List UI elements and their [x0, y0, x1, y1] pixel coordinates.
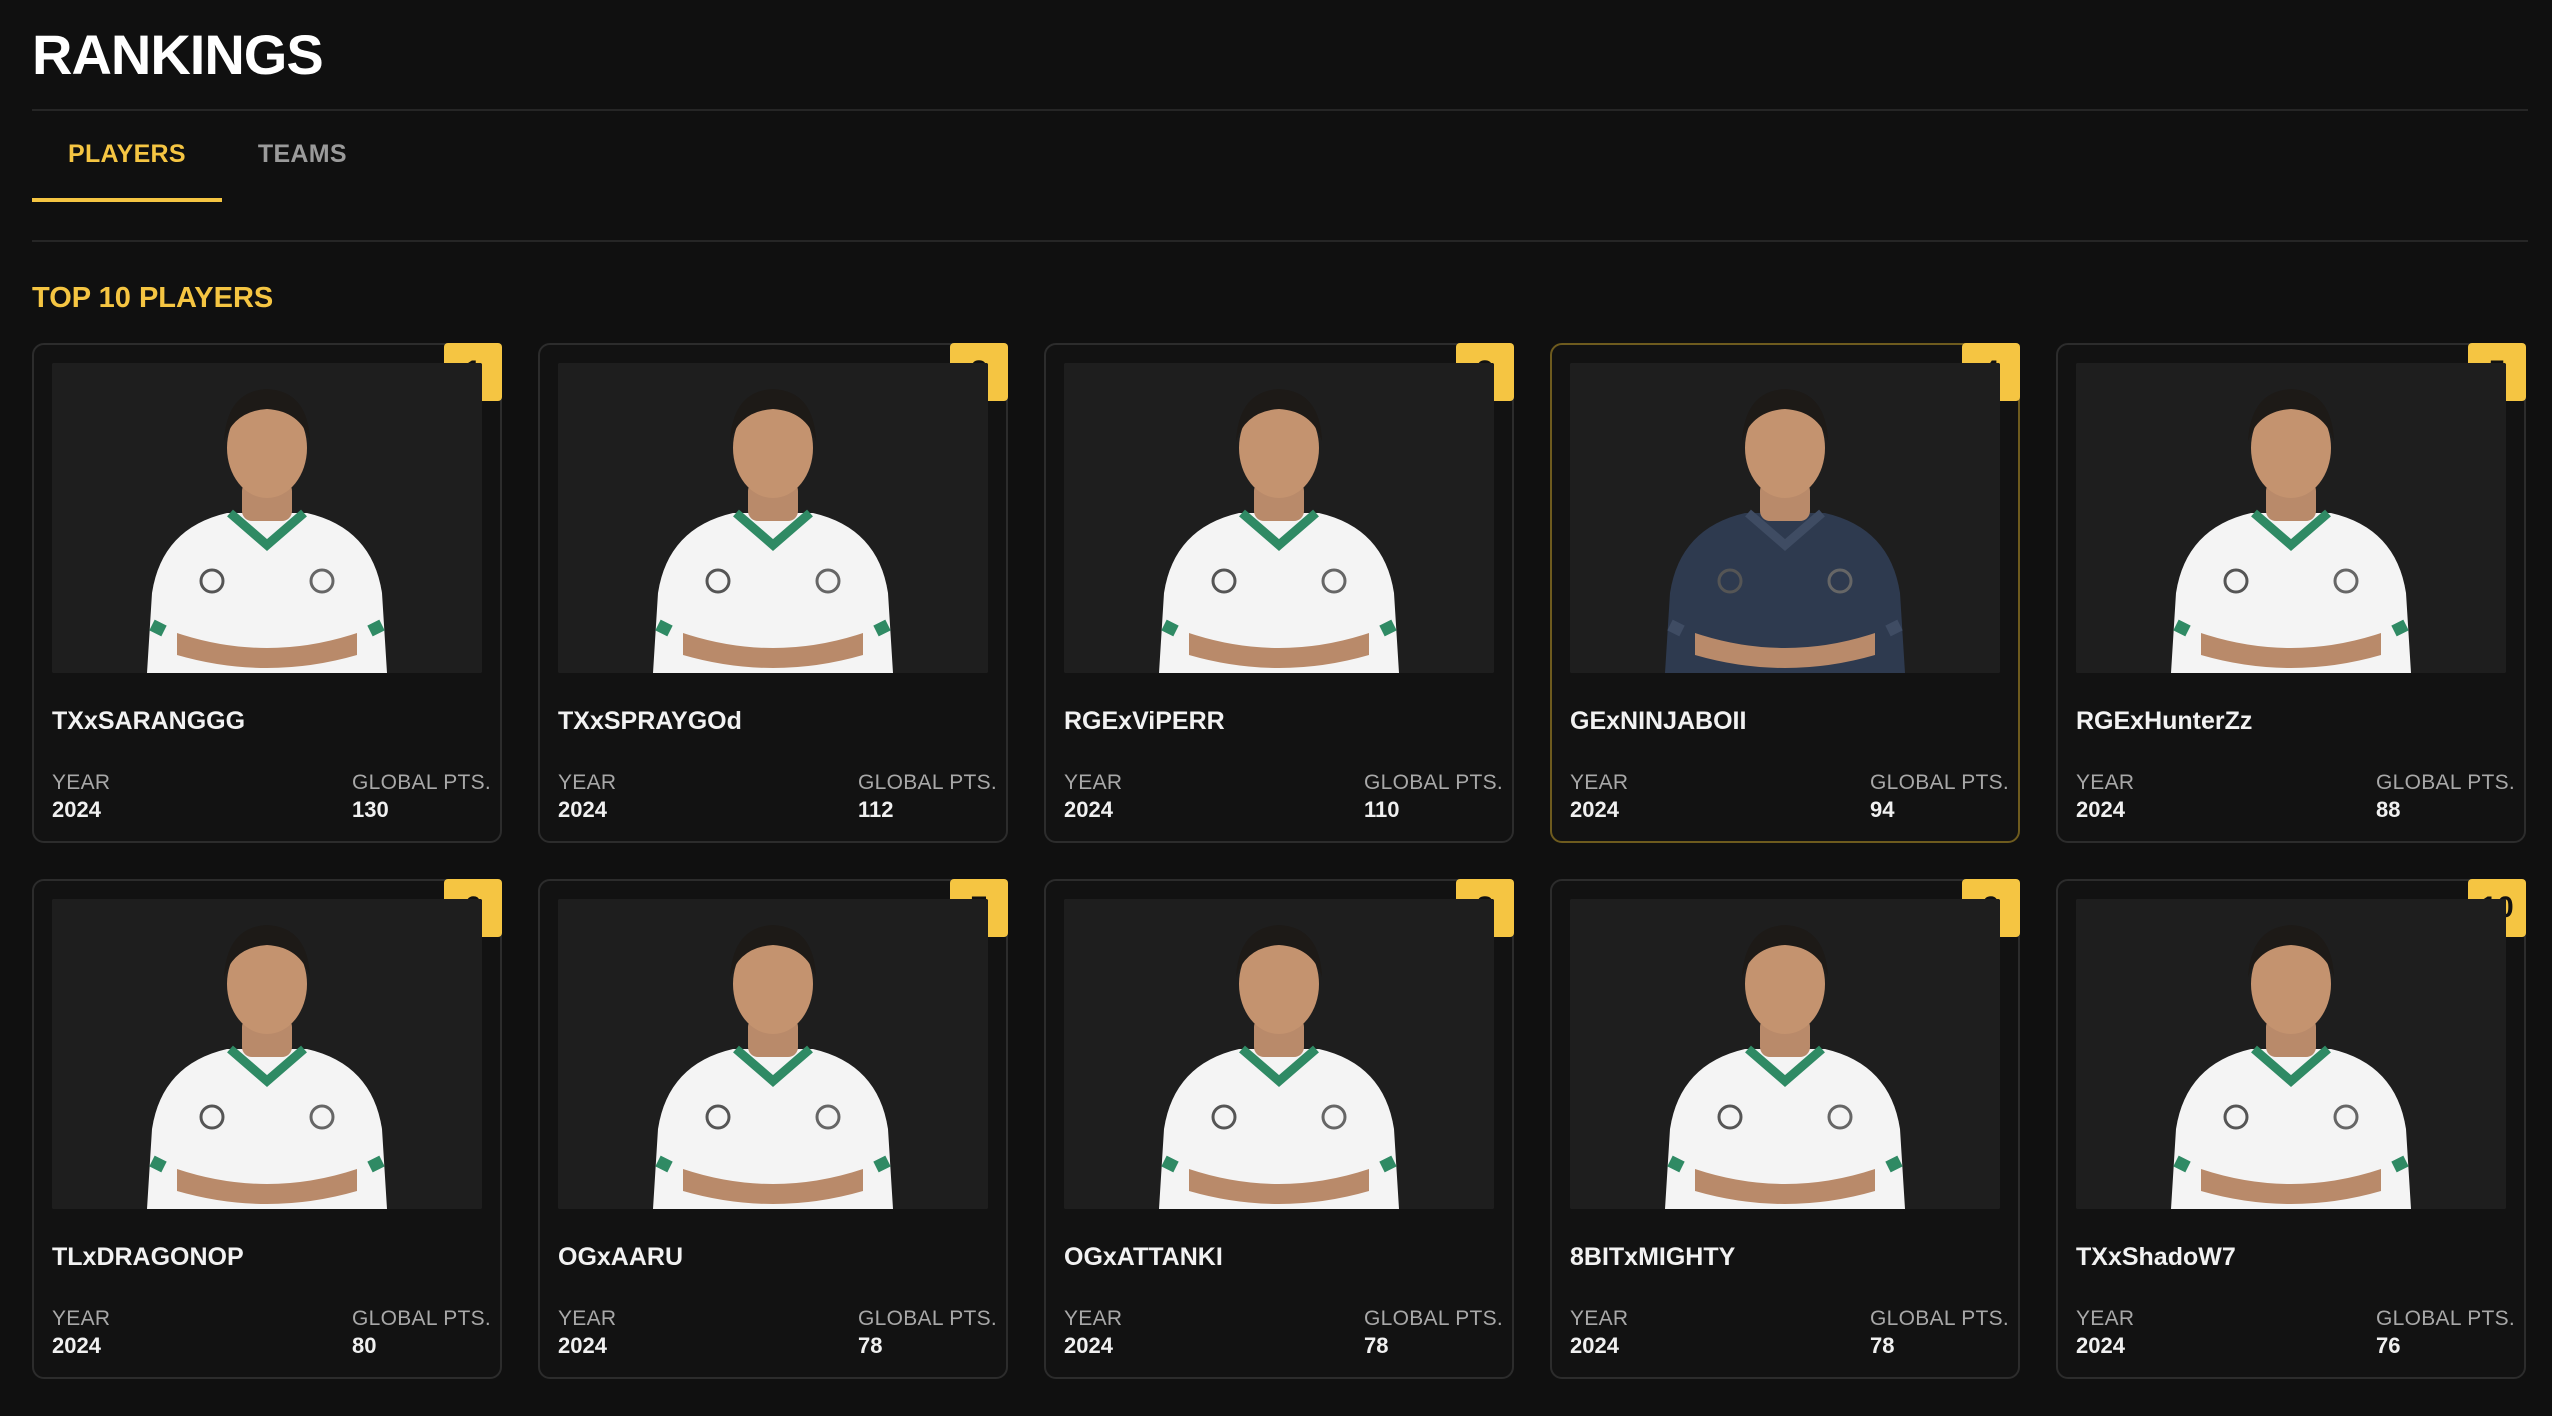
player-portrait — [1064, 363, 1494, 673]
year-value: 2024 — [2076, 1333, 2125, 1358]
player-name: OGxATTANKI — [1064, 1243, 1223, 1271]
player-card[interactable]: 10 TXxShadoW7 YEAR 2024 GLOBAL PTS. 76 — [2056, 879, 2526, 1379]
tab-teams[interactable]: TEAMS — [222, 110, 383, 198]
points-label: GLOBAL PTS. — [1364, 1307, 1504, 1330]
points-label: GLOBAL PTS. — [352, 771, 492, 794]
player-grid: 1 TXxSARANGGG YEAR 2024 GLOBAL PTS. 130 … — [32, 343, 2526, 1379]
player-name: TXxSARANGGG — [52, 707, 246, 735]
year-label: YEAR — [52, 771, 111, 794]
points-value: 78 — [1364, 1333, 1389, 1358]
points-label: GLOBAL PTS. — [1364, 771, 1504, 794]
player-name: TXxShadoW7 — [2076, 1243, 2236, 1271]
player-photo — [52, 363, 482, 673]
player-photo — [558, 363, 988, 673]
year-label: YEAR — [1064, 1307, 1123, 1330]
player-portrait — [1570, 899, 2000, 1209]
points-value: 76 — [2376, 1333, 2401, 1358]
player-card[interactable]: 8 OGxATTANKI YEAR 2024 GLOBAL PTS. 78 — [1044, 879, 1514, 1379]
header-divider — [32, 109, 2528, 111]
points-label: GLOBAL PTS. — [858, 1307, 998, 1330]
player-photo — [2076, 363, 2506, 673]
player-name: TXxSPRAYGOd — [558, 707, 742, 735]
year-value: 2024 — [52, 1333, 101, 1358]
year-value: 2024 — [558, 1333, 607, 1358]
points-label: GLOBAL PTS. — [1870, 1307, 2010, 1330]
year-label: YEAR — [2076, 1307, 2135, 1330]
page-title: RANKINGS — [32, 23, 324, 86]
year-value: 2024 — [1064, 797, 1113, 822]
player-card[interactable]: 1 TXxSARANGGG YEAR 2024 GLOBAL PTS. 130 — [32, 343, 502, 843]
year-label: YEAR — [52, 1307, 111, 1330]
player-card[interactable]: 7 OGxAARU YEAR 2024 GLOBAL PTS. 78 — [538, 879, 1008, 1379]
player-portrait — [1064, 899, 1494, 1209]
player-portrait — [2076, 899, 2506, 1209]
year-value: 2024 — [1570, 1333, 1619, 1358]
player-portrait — [2076, 363, 2506, 673]
year-label: YEAR — [1570, 1307, 1629, 1330]
ranking-tabs: PLAYERS TEAMS — [32, 110, 383, 202]
year-value: 2024 — [1570, 797, 1619, 822]
player-name: GExNINJABOII — [1570, 707, 1747, 735]
points-label: GLOBAL PTS. — [2376, 771, 2516, 794]
points-value: 110 — [1364, 797, 1400, 822]
points-value: 88 — [2376, 797, 2401, 822]
player-card[interactable]: 3 RGExViPERR YEAR 2024 GLOBAL PTS. 110 — [1044, 343, 1514, 843]
player-photo — [1064, 899, 1494, 1209]
player-name: RGExViPERR — [1064, 707, 1225, 735]
player-photo — [2076, 899, 2506, 1209]
player-portrait — [52, 899, 482, 1209]
points-value: 112 — [858, 797, 894, 822]
year-label: YEAR — [558, 771, 617, 794]
player-photo — [1064, 363, 1494, 673]
player-portrait — [52, 363, 482, 673]
points-label: GLOBAL PTS. — [1870, 771, 2010, 794]
points-value: 78 — [1870, 1333, 1895, 1358]
year-label: YEAR — [1064, 771, 1123, 794]
points-value: 78 — [858, 1333, 883, 1358]
player-portrait — [1570, 363, 2000, 673]
player-portrait — [558, 363, 988, 673]
year-value: 2024 — [1064, 1333, 1113, 1358]
player-card[interactable]: 9 8BITxMIGHTY YEAR 2024 GLOBAL PTS. 78 — [1550, 879, 2020, 1379]
points-label: GLOBAL PTS. — [2376, 1307, 2516, 1330]
points-label: GLOBAL PTS. — [352, 1307, 492, 1330]
player-photo — [558, 899, 988, 1209]
year-value: 2024 — [558, 797, 607, 822]
section-title: TOP 10 PLAYERS — [32, 282, 274, 314]
player-photo — [1570, 899, 2000, 1209]
points-label: GLOBAL PTS. — [858, 771, 998, 794]
player-name: TLxDRAGONOP — [52, 1243, 244, 1271]
year-value: 2024 — [2076, 797, 2125, 822]
player-name: OGxAARU — [558, 1243, 684, 1271]
year-label: YEAR — [2076, 771, 2135, 794]
year-label: YEAR — [558, 1307, 617, 1330]
player-photo — [52, 899, 482, 1209]
tab-players[interactable]: PLAYERS — [32, 110, 222, 202]
points-value: 80 — [352, 1333, 377, 1358]
player-name: RGExHunterZz — [2076, 707, 2253, 735]
player-portrait — [558, 899, 988, 1209]
player-card[interactable]: 2 TXxSPRAYGOd YEAR 2024 GLOBAL PTS. 112 — [538, 343, 1008, 843]
points-value: 130 — [352, 797, 389, 822]
player-photo — [1570, 363, 2000, 673]
player-name: 8BITxMIGHTY — [1570, 1243, 1736, 1271]
year-label: YEAR — [1570, 771, 1629, 794]
points-value: 94 — [1870, 797, 1895, 822]
year-value: 2024 — [52, 797, 101, 822]
player-card[interactable]: 5 RGExHunterZz YEAR 2024 GLOBAL PTS. 88 — [2056, 343, 2526, 843]
player-card[interactable]: 6 TLxDRAGONOP YEAR 2024 GLOBAL PTS. 80 — [32, 879, 502, 1379]
tabs-divider — [32, 240, 2528, 242]
player-card[interactable]: 4 GExNINJABOII YEAR 2024 GLOBAL PTS. 94 — [1550, 343, 2020, 843]
